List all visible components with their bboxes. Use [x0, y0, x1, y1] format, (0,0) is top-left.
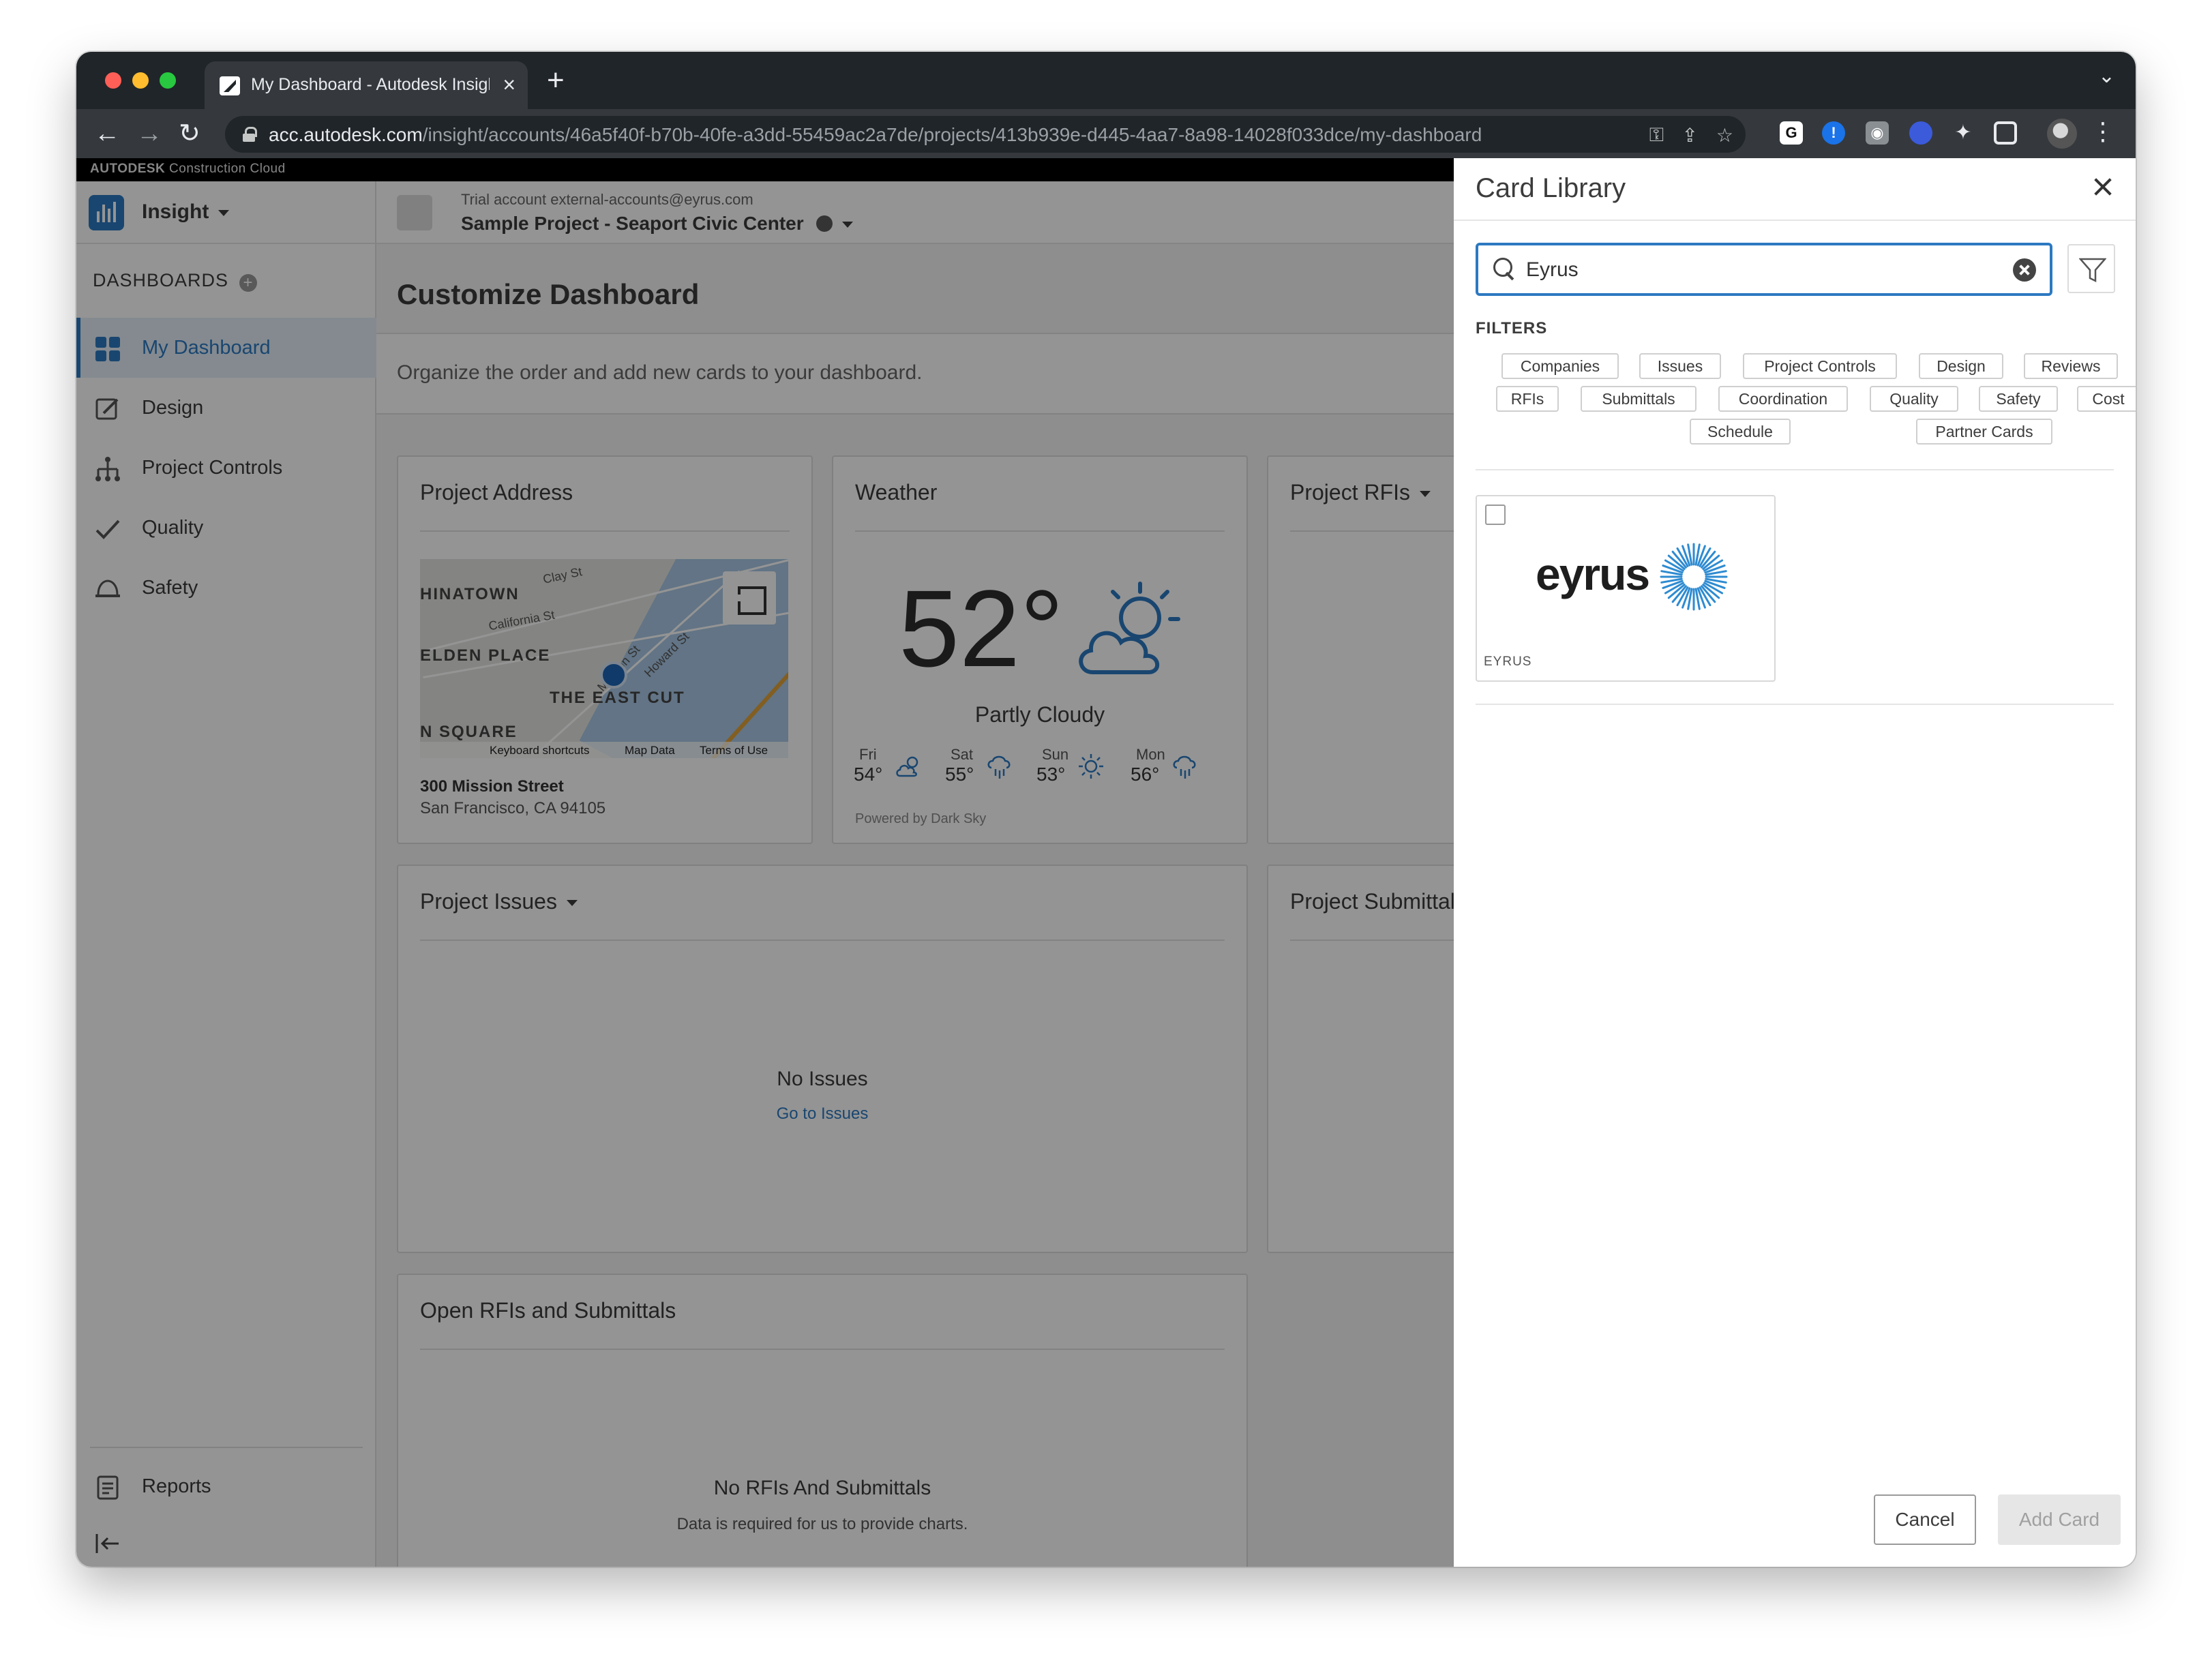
panel-divider — [1454, 220, 2136, 221]
filter-chip-issues[interactable]: Issues — [1639, 353, 1721, 379]
browser-toolbar: ← → ↻ acc.autodesk.com/insight/accounts/… — [76, 109, 2136, 158]
maximize-window-button[interactable] — [160, 72, 176, 89]
filter-chip-submittals[interactable]: Submittals — [1581, 386, 1697, 412]
tab-search-icon[interactable]: ⌄ — [2098, 64, 2115, 88]
back-arrow-icon[interactable]: ← — [94, 119, 120, 149]
camera-extension-icon[interactable]: ◉ — [1866, 121, 1889, 145]
key-icon[interactable]: ⚿ — [1649, 124, 1664, 147]
filter-chip-safety[interactable]: Safety — [1979, 386, 2058, 412]
partner-card-name: EYRUS — [1484, 655, 1532, 669]
forward-arrow-icon[interactable]: → — [136, 119, 162, 149]
eyrus-logo-icon — [1660, 543, 1728, 611]
select-card-checkbox[interactable] — [1485, 505, 1506, 525]
filter-chip-partner-cards[interactable]: Partner Cards — [1916, 419, 2052, 445]
filter-button[interactable] — [2067, 244, 2115, 293]
lock-icon[interactable] — [243, 127, 257, 142]
search-input[interactable] — [1526, 256, 1990, 284]
extensions-puzzle-icon[interactable]: ✦ — [1952, 121, 1975, 145]
url-text[interactable]: acc.autodesk.com/insight/accounts/46a5f4… — [269, 124, 1482, 146]
filter-chip-reviews[interactable]: Reviews — [2024, 353, 2118, 379]
grammarly-extension-icon[interactable]: G — [1780, 121, 1803, 145]
close-icon[interactable] — [2089, 173, 2117, 200]
filter-chip-coordination[interactable]: Coordination — [1718, 386, 1848, 412]
extension-circle-icon[interactable] — [1909, 121, 1932, 145]
tab-title: My Dashboard - Autodesk Insight — [251, 75, 490, 94]
add-card-button[interactable]: Add Card — [1998, 1494, 2121, 1545]
new-tab-button[interactable]: + — [547, 64, 565, 97]
share-icon[interactable]: ⇪ — [1682, 124, 1698, 147]
reload-icon[interactable]: ↻ — [179, 119, 200, 149]
minimize-window-button[interactable] — [132, 72, 149, 89]
password-manager-extension-icon[interactable]: ! — [1822, 121, 1845, 145]
app-area: AUTODESK Construction Cloud Insight DASH… — [76, 158, 2136, 1567]
panel-divider — [1476, 469, 2114, 470]
clear-search-icon[interactable] — [2013, 258, 2036, 282]
browser-tab[interactable]: My Dashboard - Autodesk Insight × — [205, 61, 528, 109]
autodesk-favicon-icon — [220, 76, 240, 95]
close-window-button[interactable] — [105, 72, 121, 89]
address-bar[interactable]: acc.autodesk.com/insight/accounts/46a5f4… — [225, 116, 1746, 153]
panel-title: Card Library — [1476, 173, 1626, 203]
filter-chip-cost[interactable]: Cost — [2077, 386, 2136, 412]
filter-chip-quality[interactable]: Quality — [1870, 386, 1958, 412]
profile-avatar[interactable] — [2047, 119, 2077, 149]
bookmark-star-icon[interactable]: ☆ — [1716, 124, 1733, 147]
panel-divider — [1476, 704, 2114, 705]
search-icon — [1493, 258, 1516, 281]
filter-chip-project-controls[interactable]: Project Controls — [1743, 353, 1897, 379]
filter-chip-companies[interactable]: Companies — [1501, 353, 1619, 379]
browser-tabbar: My Dashboard - Autodesk Insight × + ⌄ — [76, 52, 2136, 109]
chrome-menu-icon[interactable]: ⋮ — [2091, 117, 2115, 146]
card-library-panel: Card Library FILTERS Companies Issues Pr… — [1454, 158, 2136, 1567]
filter-icon — [2079, 258, 2106, 283]
cancel-button[interactable]: Cancel — [1874, 1494, 1976, 1545]
tab-close-icon[interactable]: × — [503, 72, 515, 97]
search-field[interactable] — [1476, 243, 2052, 296]
side-panel-icon[interactable] — [1994, 121, 2017, 145]
filter-chip-rfis[interactable]: RFIs — [1496, 386, 1559, 412]
filter-chip-schedule[interactable]: Schedule — [1690, 419, 1791, 445]
browser-window: My Dashboard - Autodesk Insight × + ⌄ ← … — [76, 52, 2136, 1567]
filters-label: FILTERS — [1476, 319, 1548, 337]
filter-chip-design[interactable]: Design — [1919, 353, 2003, 379]
modal-backdrop[interactable] — [76, 158, 1454, 1567]
eyrus-logo-text: eyrus — [1536, 549, 1650, 599]
eyrus-partner-card[interactable]: eyrus EYRUS — [1476, 495, 1776, 682]
